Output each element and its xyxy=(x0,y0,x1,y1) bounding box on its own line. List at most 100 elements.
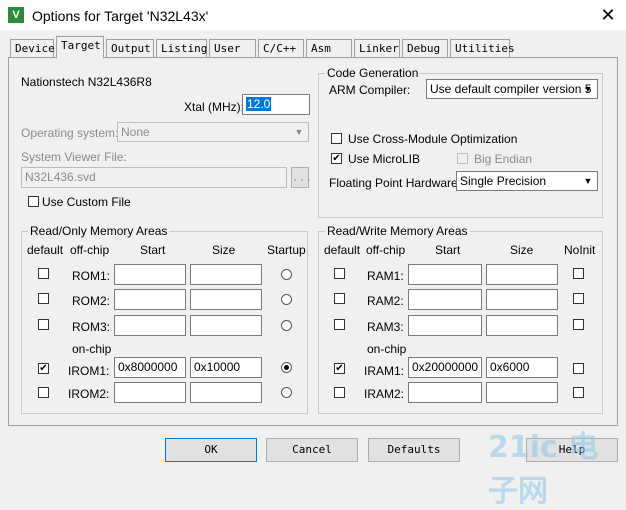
watermark-logo: 21ic 电子网 xyxy=(488,430,599,509)
rw-header-size: Size xyxy=(510,243,534,257)
irom2-startup-radio[interactable] xyxy=(281,387,292,398)
tab-listing[interactable]: Listing xyxy=(156,39,207,57)
use-custom-file-checkbox[interactable] xyxy=(28,196,39,207)
use-custom-file-label: Use Custom File xyxy=(42,195,131,209)
microlib-checkbox[interactable]: ✔ xyxy=(331,153,342,164)
ram3-label: RAM3: xyxy=(367,320,404,334)
irom1-size-input[interactable]: 0x10000 xyxy=(190,357,262,378)
tab-debug[interactable]: Debug xyxy=(402,39,448,57)
arm-compiler-select[interactable]: Use default compiler version 5 ▼ xyxy=(426,79,598,99)
arm-compiler-label: ARM Compiler: xyxy=(329,83,411,97)
ram2-start-input[interactable] xyxy=(408,289,482,310)
ram1-default-checkbox[interactable] xyxy=(334,268,345,279)
rw-memory-title: Read/Write Memory Areas xyxy=(325,224,470,238)
rw-onchip-label: on-chip xyxy=(367,342,407,356)
rom1-start-input[interactable] xyxy=(114,264,186,285)
big-endian-label: Big Endian xyxy=(474,152,533,166)
rom3-default-checkbox[interactable] xyxy=(38,319,49,330)
defaults-button[interactable]: Defaults xyxy=(368,438,460,462)
ro-header-startup: Startup xyxy=(267,243,306,257)
irom2-label: IROM2: xyxy=(68,387,110,401)
ro-header-default: default xyxy=(27,243,64,257)
iram2-noinit-checkbox[interactable] xyxy=(573,387,584,398)
ram3-start-input[interactable] xyxy=(408,315,482,336)
ok-button[interactable]: OK xyxy=(165,438,257,462)
rom1-default-checkbox[interactable] xyxy=(38,268,49,279)
irom1-startup-radio[interactable] xyxy=(281,362,292,373)
iram2-label: IRAM2: xyxy=(364,387,405,401)
rom3-size-input[interactable] xyxy=(190,315,262,336)
iram2-size-input[interactable] xyxy=(486,382,558,403)
irom1-start-input[interactable]: 0x8000000 xyxy=(114,357,186,378)
ro-header-start: Start xyxy=(140,243,166,257)
iram2-default-checkbox[interactable] xyxy=(334,387,345,398)
rom2-start-input[interactable] xyxy=(114,289,186,310)
cross-module-label: Use Cross-Module Optimization xyxy=(348,132,518,146)
browse-button: ... xyxy=(291,167,312,188)
iram1-default-checkbox[interactable]: ✔ xyxy=(334,363,345,374)
os-label: Operating system: xyxy=(21,126,119,140)
tab-user[interactable]: User xyxy=(209,39,256,57)
rom1-label: ROM1: xyxy=(72,269,111,283)
tab-target[interactable]: Target xyxy=(56,36,104,59)
irom2-size-input[interactable] xyxy=(190,382,262,403)
ram2-default-checkbox[interactable] xyxy=(334,293,345,304)
ram1-size-input[interactable] xyxy=(486,264,558,285)
os-select: None ▼ xyxy=(117,122,309,142)
cancel-button[interactable]: Cancel xyxy=(266,438,358,462)
rom1-startup-radio[interactable] xyxy=(281,269,292,280)
rw-header-offchip: off-chip xyxy=(366,243,406,257)
ram1-label: RAM1: xyxy=(367,269,404,283)
irom2-start-input[interactable] xyxy=(114,382,186,403)
chevron-down-icon: ▼ xyxy=(583,84,593,94)
big-endian-checkbox xyxy=(457,153,468,164)
rom1-size-input[interactable] xyxy=(190,264,262,285)
rom2-startup-radio[interactable] xyxy=(281,294,292,305)
ram2-size-input[interactable] xyxy=(486,289,558,310)
iram1-size-input[interactable]: 0x6000 xyxy=(486,357,558,378)
ro-header-size: Size xyxy=(212,243,236,257)
close-button[interactable]: ✕ xyxy=(596,5,620,25)
irom2-default-checkbox[interactable] xyxy=(38,387,49,398)
tab-asm[interactable]: Asm xyxy=(306,39,352,57)
ro-memory-title: Read/Only Memory Areas xyxy=(28,224,170,238)
rom3-startup-radio[interactable] xyxy=(281,320,292,331)
microlib-label: Use MicroLIB xyxy=(348,152,421,166)
fpu-select[interactable]: Single Precision ▼ xyxy=(456,171,598,191)
ram3-noinit-checkbox[interactable] xyxy=(573,319,584,330)
tab-output[interactable]: Output xyxy=(106,39,154,57)
rw-header-noinit: NoInit xyxy=(564,243,596,257)
tab-utilities[interactable]: Utilities xyxy=(450,39,515,57)
irom1-default-checkbox[interactable]: ✔ xyxy=(38,363,49,374)
ram1-noinit-checkbox[interactable] xyxy=(573,268,584,279)
tab-cc[interactable]: C/C++ xyxy=(258,39,304,57)
rom3-label: ROM3: xyxy=(72,320,111,334)
xtal-input[interactable]: 12.0 xyxy=(242,94,310,115)
rom2-size-input[interactable] xyxy=(190,289,262,310)
chevron-down-icon: ▼ xyxy=(583,176,593,186)
svd-input: N32L436.svd xyxy=(21,167,287,188)
cross-module-checkbox[interactable] xyxy=(331,133,342,144)
rom2-label: ROM2: xyxy=(72,294,111,308)
rw-header-start: Start xyxy=(435,243,461,257)
fpu-label: Floating Point Hardware: xyxy=(329,176,462,190)
chevron-down-icon: ▼ xyxy=(294,127,304,137)
xtal-label: Xtal (MHz): xyxy=(184,100,244,114)
ro-header-offchip: off-chip xyxy=(70,243,110,257)
iram1-start-input[interactable]: 0x20000000 xyxy=(408,357,482,378)
tab-device[interactable]: Device xyxy=(10,39,55,57)
window-title: Options for Target 'N32L43x' xyxy=(32,8,209,24)
ram1-start-input[interactable] xyxy=(408,264,482,285)
device-name: Nationstech N32L436R8 xyxy=(21,75,152,89)
iram2-start-input[interactable] xyxy=(408,382,482,403)
ram3-default-checkbox[interactable] xyxy=(334,319,345,330)
ram2-label: RAM2: xyxy=(367,294,404,308)
ram2-noinit-checkbox[interactable] xyxy=(573,293,584,304)
rom2-default-checkbox[interactable] xyxy=(38,293,49,304)
rom3-start-input[interactable] xyxy=(114,315,186,336)
tab-linker[interactable]: Linker xyxy=(354,39,400,57)
irom1-label: IROM1: xyxy=(68,364,110,378)
rw-header-default: default xyxy=(324,243,361,257)
iram1-noinit-checkbox[interactable] xyxy=(573,363,584,374)
ram3-size-input[interactable] xyxy=(486,315,558,336)
